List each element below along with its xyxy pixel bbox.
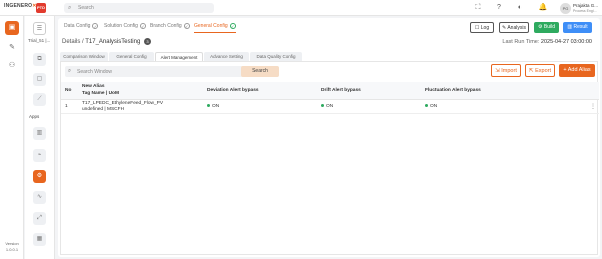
- search-icon: ⌕: [68, 5, 72, 11]
- step-general-config[interactable]: General Config ✓: [194, 21, 236, 33]
- log-button-label: Log: [480, 25, 490, 31]
- apps-label: Apps: [29, 114, 40, 119]
- row-no: 1: [65, 104, 68, 109]
- version-number: 1.0.0.1: [5, 247, 19, 252]
- documents-nav-icon[interactable]: ✎: [5, 41, 19, 55]
- build-button[interactable]: ⚙ Build: [534, 22, 559, 33]
- step-data-config[interactable]: Data Config ✓: [64, 21, 99, 33]
- count-badge: 3: [143, 38, 151, 45]
- global-search[interactable]: ⌕ Search: [64, 3, 214, 13]
- tab-comparison-window[interactable]: Comparison Window: [60, 52, 108, 61]
- alert-management-panel: ⌕ Search ⇲ Import ⇱ Export + Add Alias N…: [60, 61, 599, 255]
- tab-data-quality-config[interactable]: Data Quality Config: [250, 52, 302, 61]
- step-branch-config[interactable]: Branch Config ✓: [150, 21, 190, 33]
- app-chart-icon[interactable]: ▥: [33, 127, 46, 140]
- table-header: No New Alias Tag Name | UoM Deviation Al…: [61, 82, 599, 100]
- table-row[interactable]: 1 T17_LPEDC_EthyleneFeed_Flow_PV undefin…: [61, 100, 599, 114]
- search-icon: ⌕: [68, 68, 72, 74]
- step-solution-config[interactable]: Solution Config ✓: [104, 21, 146, 33]
- brand-name: INGENERO: [4, 3, 33, 9]
- export-button[interactable]: ⇱ Export: [525, 64, 555, 77]
- step-label: General Config: [194, 23, 228, 29]
- app-grid-icon[interactable]: ▦: [33, 233, 46, 246]
- app-trend-icon[interactable]: ⌁: [33, 149, 46, 162]
- user-role: Process Engi...: [573, 9, 597, 13]
- analysis-button[interactable]: ✎ Analysis: [499, 22, 529, 33]
- build-button-label: Build: [543, 24, 555, 30]
- deviation-status-label: ON: [212, 104, 220, 109]
- col-tag-name: Tag Name | UoM: [82, 91, 119, 96]
- analysis-button-label: Analysis: [507, 25, 526, 31]
- col-deviation: Deviation Alert bypass: [207, 88, 259, 93]
- result-button-label: Result: [573, 24, 588, 30]
- step-label: Solution Config: [104, 23, 138, 29]
- add-alias-button-label: Add Alias: [567, 67, 591, 73]
- step-label: Branch Config: [150, 23, 182, 29]
- main-content: Data Config ✓ Solution Config ✓ Branch Con…: [58, 18, 600, 257]
- run-time-value: 2025-04-27 03:00:00: [540, 39, 592, 45]
- brand-logo[interactable]: INGENERO✕: [4, 3, 37, 9]
- layers-icon[interactable]: ⧉: [33, 53, 46, 66]
- help-icon[interactable]: ?: [494, 3, 504, 13]
- project-title[interactable]: Trial_51 |...: [28, 38, 50, 43]
- product-badge[interactable]: PTD: [36, 3, 46, 13]
- col-fluctuation: Fluctuation Alert bypass: [425, 88, 481, 93]
- import-button[interactable]: ⇲ Import: [491, 64, 521, 77]
- col-drift: Drift Alert bypass: [321, 88, 361, 93]
- app-scatter-icon[interactable]: ⤢: [33, 212, 46, 225]
- result-button[interactable]: ▥ Result: [563, 22, 592, 33]
- project-panel: ☰ Trial_51 |... ⧉ ▢ ⟋ Apps ▥ ⌁ ⚙ ∿ ⤢ ▦: [25, 16, 55, 259]
- box-icon[interactable]: ▢: [33, 73, 46, 86]
- col-new-alias: New Alias: [82, 84, 105, 89]
- check-icon: ✓: [139, 22, 146, 29]
- run-time-label: Last Run Time:: [502, 39, 540, 45]
- app-alert-icon[interactable]: ⚙: [33, 170, 46, 183]
- more-options-icon[interactable]: ⋮: [590, 103, 596, 110]
- theme-icon[interactable]: ◐: [515, 3, 525, 13]
- breadcrumb: Details / T17_AnalysisTesting 3: [62, 38, 151, 45]
- import-button-label: Import: [501, 68, 517, 74]
- search-button[interactable]: Search: [241, 66, 279, 77]
- avatar: PG: [560, 3, 571, 14]
- sidebar: ▣ ✎ ⚇ Version 1.0.0.1: [0, 16, 24, 259]
- check-icon: ✓: [183, 22, 190, 29]
- tab-advance-setting[interactable]: Advance Setting: [204, 52, 249, 61]
- check-icon: ✓: [92, 22, 99, 29]
- fluctuation-status-label: ON: [430, 104, 438, 109]
- drift-status-label: ON: [326, 104, 334, 109]
- tab-general-config[interactable]: General Config: [109, 52, 154, 61]
- breadcrumb-root[interactable]: Details: [62, 39, 80, 45]
- version-info: Version 1.0.0.1: [2, 241, 22, 253]
- global-search-placeholder: Search: [78, 5, 94, 11]
- drift-status[interactable]: ON: [321, 104, 333, 110]
- notification-icon[interactable]: 🔔: [538, 3, 548, 13]
- fluctuation-status[interactable]: ON: [425, 104, 437, 110]
- col-no: No: [65, 88, 72, 93]
- last-run-time: Last Run Time: 2025-04-27 03:00:00: [502, 39, 592, 45]
- status-dot-icon: [425, 104, 428, 108]
- tab-alert-management[interactable]: Alert Management: [155, 52, 203, 61]
- users-nav-icon[interactable]: ⚇: [5, 59, 19, 73]
- row-uom: undefined | MSCFH: [82, 107, 125, 112]
- status-dot-icon: [207, 104, 210, 108]
- top-bar: INGENERO✕ PTD ⌕ Search ⛶ ? ◐ 🔔 PG Prajak…: [0, 0, 602, 16]
- deviation-status[interactable]: ON: [207, 104, 219, 110]
- add-alias-button[interactable]: + Add Alias: [559, 64, 595, 77]
- breadcrumb-current: T17_AnalysisTesting: [85, 39, 141, 46]
- user-name: Prajakta G...: [573, 3, 599, 8]
- log-button[interactable]: ☐ Log: [470, 22, 494, 33]
- menu-icon[interactable]: ☰: [33, 22, 46, 35]
- check-icon: ✓: [229, 22, 236, 29]
- link-icon[interactable]: ⟋: [33, 93, 46, 106]
- step-label: Data Config: [64, 23, 91, 29]
- user-menu[interactable]: PG Prajakta G... Process Engi...: [560, 2, 600, 14]
- app-line-chart-icon[interactable]: ∿: [33, 191, 46, 204]
- export-button-label: Export: [535, 68, 552, 74]
- projects-nav-icon[interactable]: ▣: [5, 21, 19, 35]
- expand-icon[interactable]: ⛶: [473, 3, 483, 13]
- status-dot-icon: [321, 104, 324, 108]
